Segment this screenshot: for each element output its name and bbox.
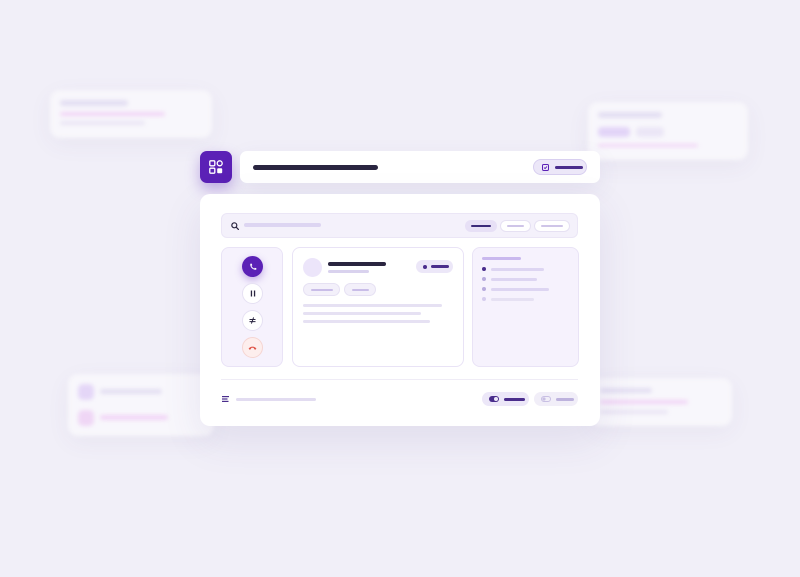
tag-chip-1[interactable] — [303, 283, 340, 296]
main-card — [200, 194, 600, 426]
app-logo[interactable] — [200, 151, 232, 183]
agenda-item-1[interactable] — [482, 266, 544, 272]
call-button[interactable] — [242, 256, 263, 277]
search-input[interactable] — [244, 223, 321, 227]
not-equal-icon — [249, 317, 256, 324]
agenda-item-2[interactable] — [482, 276, 537, 282]
filter-segment-1[interactable] — [465, 220, 497, 232]
contact-name — [328, 262, 386, 266]
tag-chip-2[interactable] — [344, 283, 376, 296]
verify-label — [555, 165, 583, 169]
call-controls-panel — [221, 247, 283, 367]
agenda-item-4-label — [491, 297, 534, 301]
agenda-item-2-label — [491, 277, 537, 281]
status-label — [431, 265, 449, 268]
filter-segment-2-label — [507, 225, 524, 227]
ghost-card-top-right — [588, 102, 748, 160]
transfer-button[interactable] — [242, 310, 263, 331]
agenda-bullet — [482, 297, 486, 301]
agenda-item-3[interactable] — [482, 286, 549, 292]
toggle-disabled[interactable] — [534, 392, 578, 406]
search-bar — [221, 213, 578, 238]
grid-apps-icon — [209, 160, 223, 174]
filter-segment-3-label — [541, 225, 563, 227]
hang-up-icon — [248, 346, 257, 350]
toggle-enabled[interactable] — [482, 392, 529, 406]
tag-chip-1-label — [310, 288, 333, 291]
title-bar — [240, 151, 600, 183]
footer-divider — [221, 379, 578, 380]
window-title — [253, 165, 378, 170]
agenda-bullet — [482, 277, 486, 281]
notes-line-3 — [303, 320, 430, 323]
filter-segment-3[interactable] — [534, 220, 570, 232]
status-badge — [416, 260, 453, 273]
agenda-bullet-active — [482, 267, 486, 271]
status-dot — [423, 264, 427, 269]
agenda-panel — [472, 247, 579, 367]
agenda-item-3-label — [491, 287, 549, 291]
agenda-bullet — [482, 287, 486, 291]
toggle-on-icon — [489, 396, 499, 402]
agenda-heading — [482, 257, 521, 260]
lines-icon — [222, 396, 229, 402]
agenda-item-4[interactable] — [482, 296, 534, 302]
notes-line-1 — [303, 304, 442, 307]
checkbox-icon — [542, 163, 549, 171]
ghost-card-bottom-right — [590, 378, 732, 426]
toggle-disabled-label — [556, 397, 574, 401]
phone-icon — [249, 263, 256, 270]
notes-line-2 — [303, 312, 421, 315]
filter-segment-1-label — [471, 225, 491, 227]
toggle-enabled-label — [504, 397, 525, 401]
window-title-text — [253, 165, 254, 166]
ghost-card-bottom-left — [68, 374, 214, 436]
tag-chip-2-label — [351, 288, 369, 291]
agenda-item-1-label — [491, 267, 544, 271]
hang-up-button[interactable] — [242, 337, 263, 358]
avatar — [303, 258, 322, 277]
pause-icon — [250, 290, 255, 297]
contact-panel — [292, 247, 464, 367]
pause-button[interactable] — [242, 283, 263, 304]
filter-segment-2[interactable] — [500, 220, 531, 232]
footer-status — [236, 398, 316, 401]
toggle-off-icon — [541, 396, 551, 402]
verify-button[interactable] — [533, 159, 587, 175]
ghost-card-top-left — [50, 90, 212, 138]
search-icon — [231, 222, 239, 230]
contact-subtitle — [328, 270, 369, 273]
